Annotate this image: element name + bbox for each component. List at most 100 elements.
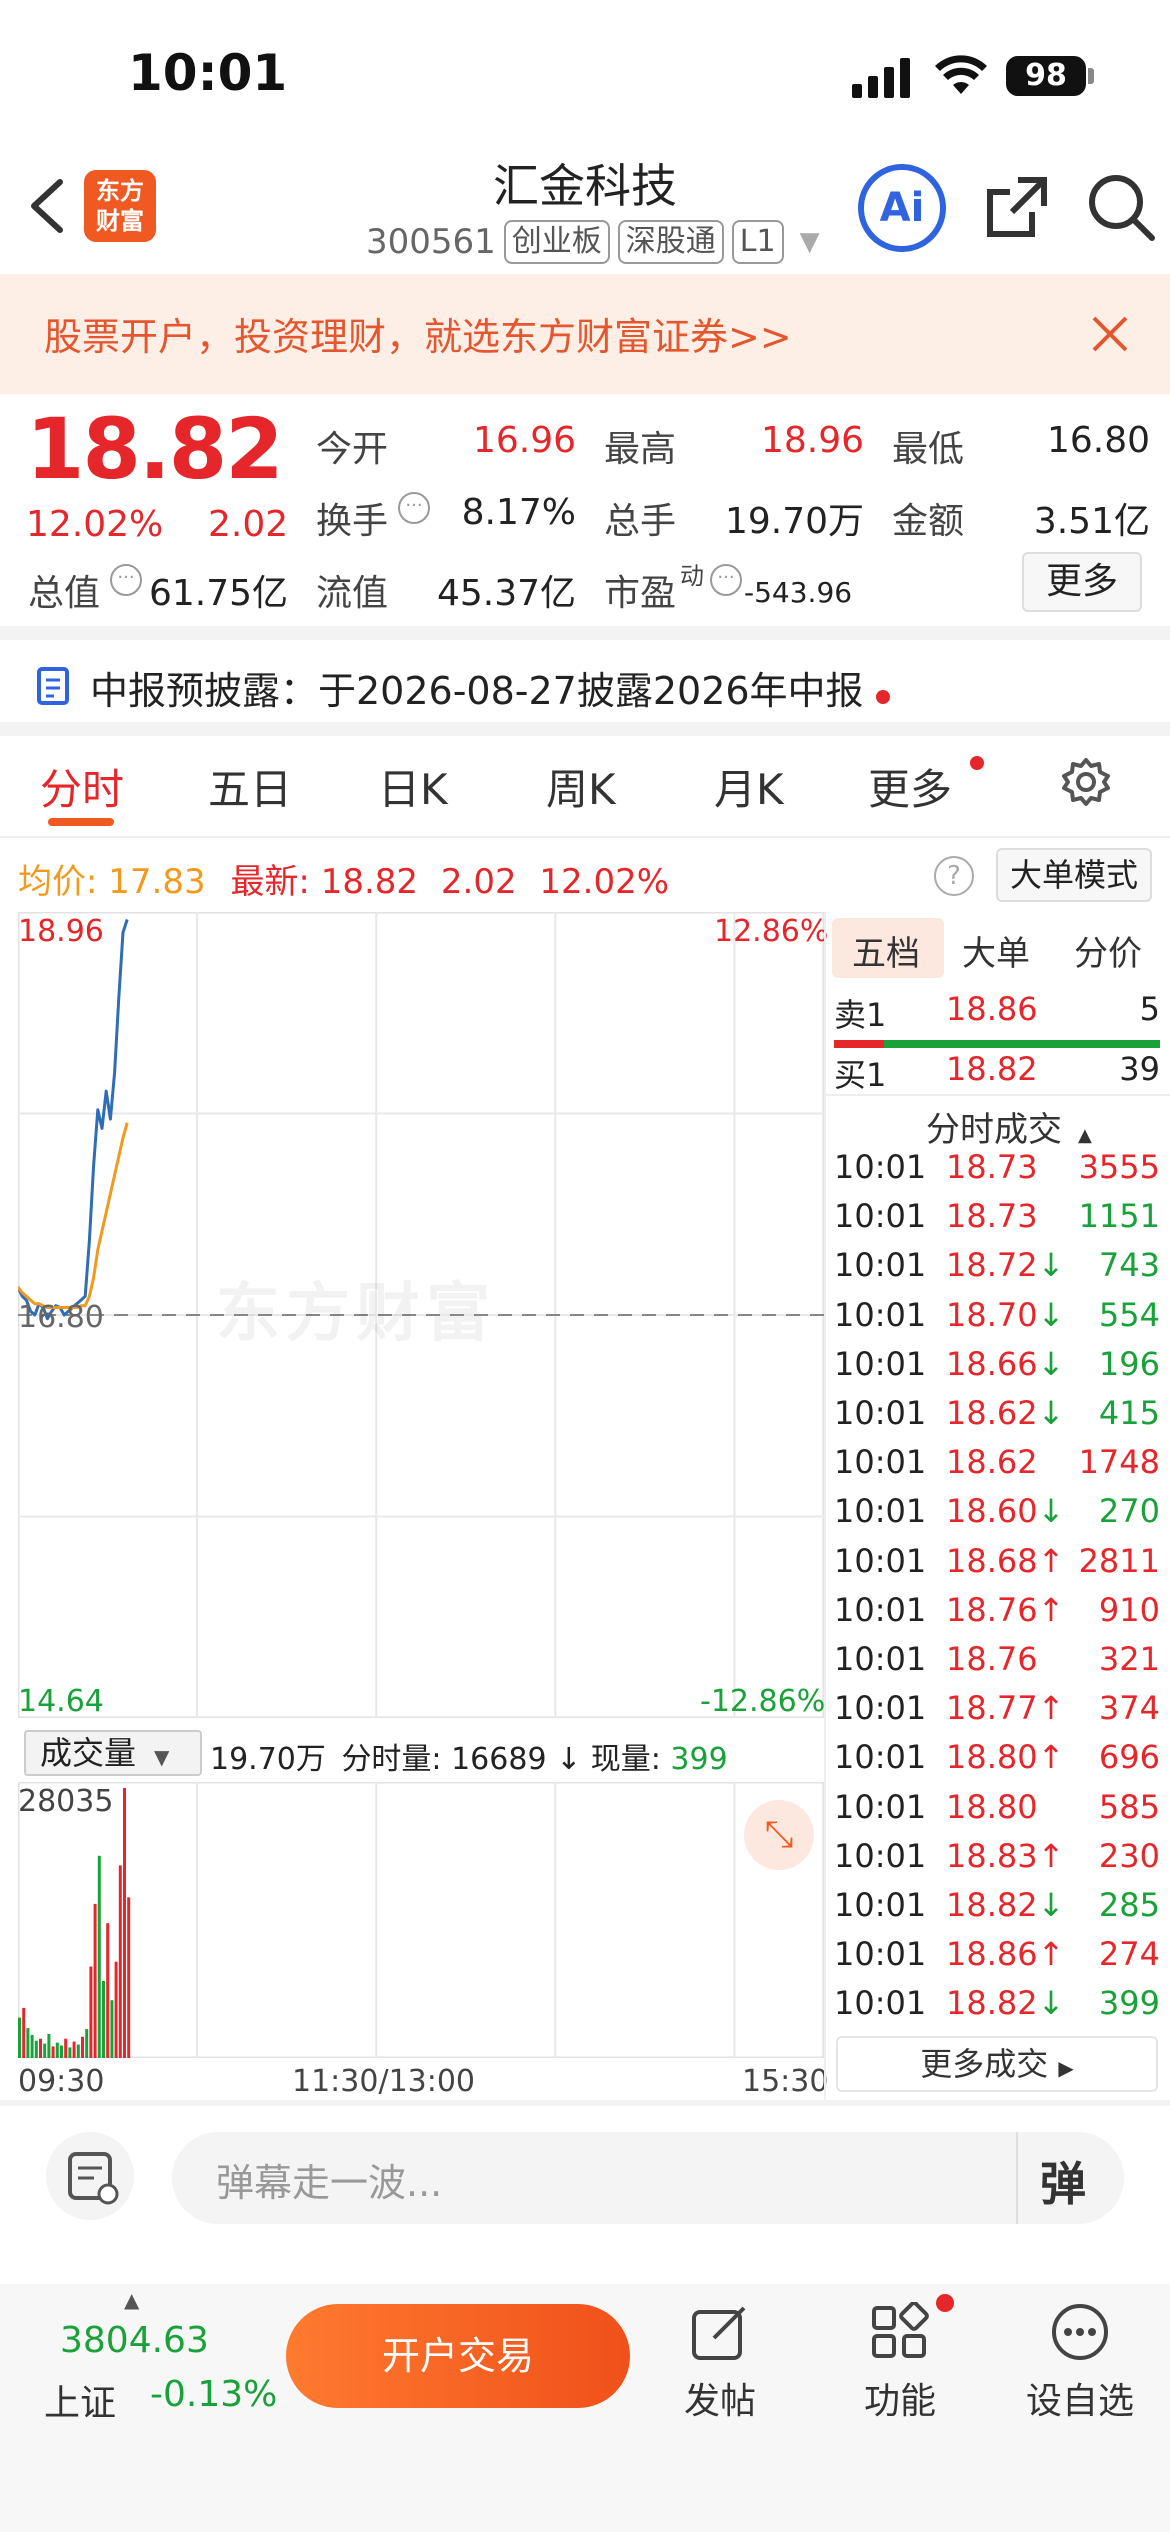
info-icon[interactable]: ···	[710, 564, 742, 596]
trade-row: 10:01 18.66↓ 196	[834, 1345, 1160, 1395]
market-tag: 创业板	[503, 220, 610, 264]
chevron-right-icon: ▶	[1058, 2056, 1074, 2080]
trade-time: 10:01	[834, 1787, 927, 1826]
more-trades-label[interactable]: 更多成交	[920, 2045, 1048, 2083]
promo-banner-text[interactable]: 股票开户，投资理财，就选东方财富证券>>	[44, 306, 792, 361]
info-icon[interactable]: ···	[110, 564, 142, 596]
trade-row: 10:01 18.62 1748	[834, 1443, 1160, 1493]
volume-bar	[55, 2042, 59, 2058]
trade-row: 10:01 18.60↓ 270	[834, 1492, 1160, 1542]
index-name[interactable]: 上证	[44, 2374, 116, 2426]
chevron-down-icon[interactable]: ▼	[800, 227, 820, 257]
trades-header[interactable]: 分时成交 ▲	[926, 1102, 1092, 1151]
section-divider	[0, 722, 1170, 736]
functions-label[interactable]: 功能	[830, 2372, 970, 2424]
tab-intraday[interactable]: 分时	[40, 756, 124, 817]
avg-price-line	[18, 1122, 129, 1309]
ai-button[interactable]: Ai	[858, 164, 946, 252]
index-value[interactable]: 3804.63	[60, 2320, 209, 2361]
panel-tab-order-book[interactable]: 五档	[852, 926, 920, 975]
trade-time: 10:01	[834, 1148, 927, 1186]
tab-more[interactable]: 更多	[868, 756, 952, 817]
trade-row: 10:01 18.73 3555	[834, 1148, 1160, 1198]
tab-monthly-k[interactable]: 月K	[714, 756, 784, 817]
volume-chart[interactable]	[18, 1782, 824, 2058]
panel-tab-price-dist[interactable]: 分价	[1074, 926, 1142, 975]
volume-bar	[30, 2034, 34, 2058]
tab-weekly-k[interactable]: 周K	[546, 756, 616, 817]
trade-price: 18.80↑	[946, 1738, 1065, 1777]
share-icon[interactable]	[982, 172, 1052, 246]
volume-bar	[114, 1961, 118, 2058]
info-icon[interactable]: ···	[398, 492, 430, 524]
new-dot-icon	[875, 690, 890, 704]
post-label[interactable]: 发帖	[650, 2372, 790, 2424]
volume-selector-label[interactable]: 成交量	[40, 1734, 136, 1772]
avg-value: 17.83	[108, 862, 206, 902]
change-value: 2.02	[208, 504, 289, 545]
danmu-toggle-icon[interactable]: 弹	[1040, 2148, 1086, 2214]
quote-label-volume: 总手	[604, 501, 677, 542]
big-order-mode-button[interactable]: 大单模式	[996, 848, 1152, 902]
trade-price: 18.73	[946, 1197, 1038, 1236]
quote-label-high: 最高	[604, 429, 677, 470]
trade-time: 10:01	[834, 1295, 927, 1334]
index-change[interactable]: -0.13%	[150, 2374, 277, 2415]
sell1-row: 卖1 18.86 5	[834, 990, 1160, 1040]
level-tag: L1	[731, 220, 784, 264]
volume-info: 19.70万 分时量: 16689 ↓ 现量: 399	[210, 1734, 728, 1778]
trade-time: 10:01	[834, 1689, 927, 1728]
tab-five-day[interactable]: 五日	[208, 756, 292, 817]
trade-volume: 274	[1098, 1935, 1160, 1974]
input-divider	[1016, 2132, 1018, 2224]
tab-active-indicator	[48, 818, 114, 826]
quote-value-pe: -543.96	[744, 576, 853, 609]
expand-icon[interactable]: ⤡	[744, 1800, 814, 1870]
order-ratio-bar	[834, 1040, 1160, 1048]
trade-time: 10:01	[834, 1836, 927, 1875]
volume-total: 19.70万	[210, 1742, 326, 1777]
volume-bar	[123, 1788, 126, 2058]
note-icon[interactable]	[46, 2132, 134, 2220]
search-icon[interactable]	[1086, 172, 1156, 246]
volume-selector[interactable]: 成交量 ▼	[24, 1730, 202, 1776]
avg-label: 均价:	[18, 862, 98, 902]
y-max-label: 18.96	[18, 914, 104, 949]
report-notice[interactable]: 中报预披露：于2026-08-27披露2026年中报	[90, 660, 890, 715]
volume-bar	[39, 2038, 42, 2058]
section-divider	[0, 2100, 1170, 2106]
more-quote-button[interactable]: 更多	[1022, 552, 1142, 612]
chart-watermark: 东方财富	[216, 1277, 496, 1351]
more-trades-button[interactable]: 更多成交 ▶	[836, 2036, 1158, 2092]
danmu-placeholder[interactable]: 弹幕走一波...	[216, 2152, 442, 2207]
quote-value-float-cap: 45.37亿	[436, 573, 576, 614]
danmu-toggle-label[interactable]: 弹	[1040, 2157, 1086, 2211]
gear-icon[interactable]	[1060, 756, 1112, 812]
stock-subtitle: 300561 创业板 深股通 L1 ▼	[366, 220, 820, 264]
prev-close-label: 16.80	[18, 1300, 104, 1335]
latest-value: 18.82	[320, 862, 419, 902]
tab-daily-k[interactable]: 日K	[378, 756, 448, 817]
wifi-icon	[934, 54, 988, 100]
minute-volume-value: 16689	[451, 1742, 547, 1777]
add-watchlist-label[interactable]: 设自选	[1010, 2372, 1150, 2424]
trades-header-label[interactable]: 分时成交	[926, 1110, 1062, 1150]
trade-row: 10:01 18.82↓ 285	[834, 1886, 1160, 1936]
panel-tab-big-orders[interactable]: 大单	[962, 926, 1030, 975]
report-text[interactable]: 中报预披露：于2026-08-27披露2026年中报	[90, 669, 864, 713]
edit-icon[interactable]	[690, 2302, 750, 2366]
buy1-price: 18.82	[946, 1050, 1038, 1088]
stock-code: 300561	[366, 222, 496, 262]
grid-icon[interactable]	[870, 2301, 930, 2366]
trade-row: 10:01 18.76↑ 910	[834, 1591, 1160, 1641]
trade-row: 10:01 18.77↑ 374	[834, 1689, 1160, 1739]
more-icon[interactable]	[1050, 2302, 1110, 2366]
open-trade-button[interactable]: 开户交易	[286, 2304, 630, 2408]
chart-info-line: 均价: 17.83 最新: 18.82 2.02 12.02%	[18, 854, 669, 903]
volume-bar	[85, 2029, 89, 2058]
close-icon[interactable]	[1090, 314, 1130, 358]
quote-value-low: 16.80	[1046, 420, 1150, 461]
latest-label: 最新:	[230, 862, 310, 902]
y-min-label: 14.64	[18, 1684, 104, 1719]
help-icon[interactable]: ?	[934, 856, 974, 896]
